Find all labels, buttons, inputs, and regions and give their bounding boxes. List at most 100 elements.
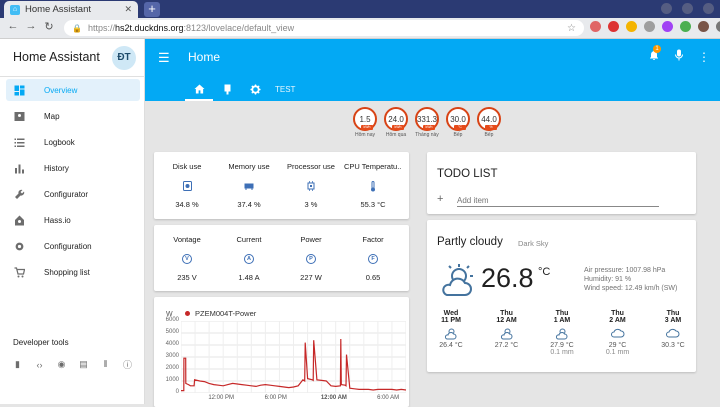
letter-circle-icon: V — [182, 254, 192, 264]
y-tick-label: 0 — [175, 389, 179, 395]
overflow-menu-icon[interactable]: ⋮ — [698, 50, 710, 64]
microphone-icon[interactable] — [674, 49, 684, 64]
tab-power-meter[interactable] — [213, 77, 241, 101]
sidebar-item-configurator[interactable]: Configurator — [6, 183, 140, 205]
sidebar-title: Home Assistant — [13, 50, 100, 64]
gear-icon — [12, 239, 26, 253]
harddisk-icon — [182, 181, 192, 191]
stat-value: 235 V — [177, 273, 197, 282]
stat-name: Factor — [362, 235, 384, 244]
mqtt-icon[interactable]: ⦀ — [100, 359, 111, 370]
new-tab-button[interactable]: + — [144, 2, 160, 17]
sidebar-item-shopping-list[interactable]: Shopping list — [6, 261, 140, 283]
stat-value: 1.48 A — [238, 273, 260, 282]
system-stat[interactable]: CPU Temperatu... 55.3 °C — [344, 162, 402, 209]
extension-icon[interactable] — [662, 21, 673, 32]
todo-card: TODO LIST + — [427, 152, 696, 214]
legend-series-name: PZEM004T-Power — [195, 309, 257, 318]
gauge-unit: kWh — [392, 125, 404, 130]
sidebar-item-configuration[interactable]: Configuration — [6, 235, 140, 257]
letter-circle-glyph: A — [244, 254, 254, 264]
sidebar-item-hass-io[interactable]: Hass.io — [6, 209, 140, 231]
power-meter-card: Vontage V 235 V Current A 1.48 A Power P 227 W Fa… — [154, 225, 409, 291]
forecast-day: Thu — [611, 310, 624, 317]
partly-cloudy-icon — [487, 327, 527, 341]
menu-icon[interactable]: ☰ — [158, 50, 170, 66]
extension-icon[interactable] — [626, 21, 637, 32]
file-icon[interactable]: ▤ — [78, 359, 89, 370]
extension-icon[interactable] — [680, 21, 691, 32]
forecast-item: Thu 3 AM 30.3 °C — [653, 310, 693, 349]
bookmark-star-icon[interactable]: ☆ — [567, 23, 576, 34]
y-tick-label: 6000 — [165, 317, 179, 323]
gauge-ring: 24.0 kWh — [384, 107, 408, 131]
forward-icon[interactable]: → — [24, 20, 38, 32]
sidebar-item-logbook[interactable]: Logbook — [6, 131, 140, 153]
wifi-icon[interactable]: ◉ — [56, 359, 67, 370]
user-avatar[interactable]: ĐT — [112, 46, 136, 70]
extension-icon[interactable] — [644, 21, 655, 32]
forecast-time: 11 PM — [441, 317, 461, 324]
energy-gauge[interactable]: 30.0 °C Bếp — [446, 107, 470, 138]
extensions-bar — [590, 21, 720, 32]
forecast-day: Thu — [555, 310, 569, 317]
tab-home[interactable] — [185, 77, 213, 101]
forecast-day: Wed — [443, 310, 459, 317]
sidebar-item-label: Configuration — [44, 241, 92, 251]
lock-icon: 🔒 — [72, 23, 82, 33]
power-stat[interactable]: Vontage V 235 V — [158, 235, 216, 282]
todo-title: TODO LIST — [437, 168, 498, 180]
sidebar-item-history[interactable]: History — [6, 157, 140, 179]
stat-value: 3 % — [304, 200, 318, 209]
stat-value: 0.65 — [365, 273, 381, 282]
add-item-icon[interactable]: + — [437, 193, 443, 205]
energy-gauge[interactable]: 1.5 kWh Hôm nay — [353, 107, 377, 138]
code-icon[interactable]: ‹› — [34, 359, 45, 370]
system-stat[interactable]: Disk use 34.8 % — [158, 162, 216, 209]
x-tick-label: 6:00 AM — [377, 395, 400, 401]
sidebar-item-overview[interactable]: Overview — [6, 79, 140, 101]
chart-legend[interactable]: PZEM004T-Power — [185, 309, 256, 318]
sidebar-item-label: Logbook — [44, 137, 75, 147]
letter-circle-glyph: P — [306, 254, 316, 264]
address-bar[interactable]: 🔒 https://hs2t.duckdns.org:8123/lovelace… — [64, 20, 584, 36]
profile-avatar-icon[interactable] — [698, 21, 709, 32]
sidebar-item-label: Configurator — [44, 189, 89, 199]
browser-tab[interactable]: ⌂ Home Assistant ✕ — [4, 1, 138, 18]
system-stat[interactable]: Memory use 37.4 % — [220, 162, 278, 209]
info-icon[interactable]: ⓘ — [122, 359, 133, 370]
add-item-input[interactable] — [457, 195, 659, 207]
tab-settings[interactable] — [241, 77, 269, 101]
gauge-value: 1.5 — [359, 114, 371, 124]
maximize-button[interactable] — [682, 3, 693, 14]
chart-bar-icon — [12, 161, 26, 175]
sidebar-item-label: Hass.io — [44, 215, 71, 225]
url-host: hs2t.duckdns.org — [114, 23, 184, 33]
energy-gauge[interactable]: 331.3 kWh Tháng này — [415, 107, 439, 138]
power-stat[interactable]: Power P 227 W — [282, 235, 340, 282]
remote-icon[interactable]: ▮ — [12, 359, 23, 370]
minimize-button[interactable] — [661, 3, 672, 14]
cloudy-icon — [653, 327, 693, 341]
power-stat[interactable]: Current A 1.48 A — [220, 235, 278, 282]
power-line-chart[interactable] — [181, 321, 406, 393]
power-stat[interactable]: Factor F 0.65 — [344, 235, 402, 282]
notifications-bell-icon[interactable]: 1 — [648, 45, 661, 64]
weather-condition: Partly cloudy — [437, 236, 503, 248]
sidebar-item-map[interactable]: Map — [6, 105, 140, 127]
back-icon[interactable]: ← — [6, 20, 20, 32]
humidity: Humidity: 91 % — [584, 276, 632, 283]
browser-menu-icon[interactable] — [716, 21, 720, 32]
energy-gauge[interactable]: 44.0% Bếp — [477, 107, 501, 138]
letter-circle-icon: A — [244, 254, 254, 264]
energy-gauge[interactable]: 24.0 kWh Hôm qua — [384, 107, 408, 138]
extension-icon[interactable] — [608, 21, 619, 32]
window-close-button[interactable] — [703, 3, 714, 14]
extension-icon[interactable] — [590, 21, 601, 32]
x-tick-label: 12:00 PM — [208, 395, 234, 401]
reload-icon[interactable]: ↻ — [42, 20, 56, 33]
system-stat[interactable]: Processor use 3 % — [282, 162, 340, 209]
stat-value: 37.4 % — [237, 200, 261, 209]
tab-close-icon[interactable]: ✕ — [124, 4, 132, 15]
tab-test[interactable]: TEST — [275, 85, 295, 94]
